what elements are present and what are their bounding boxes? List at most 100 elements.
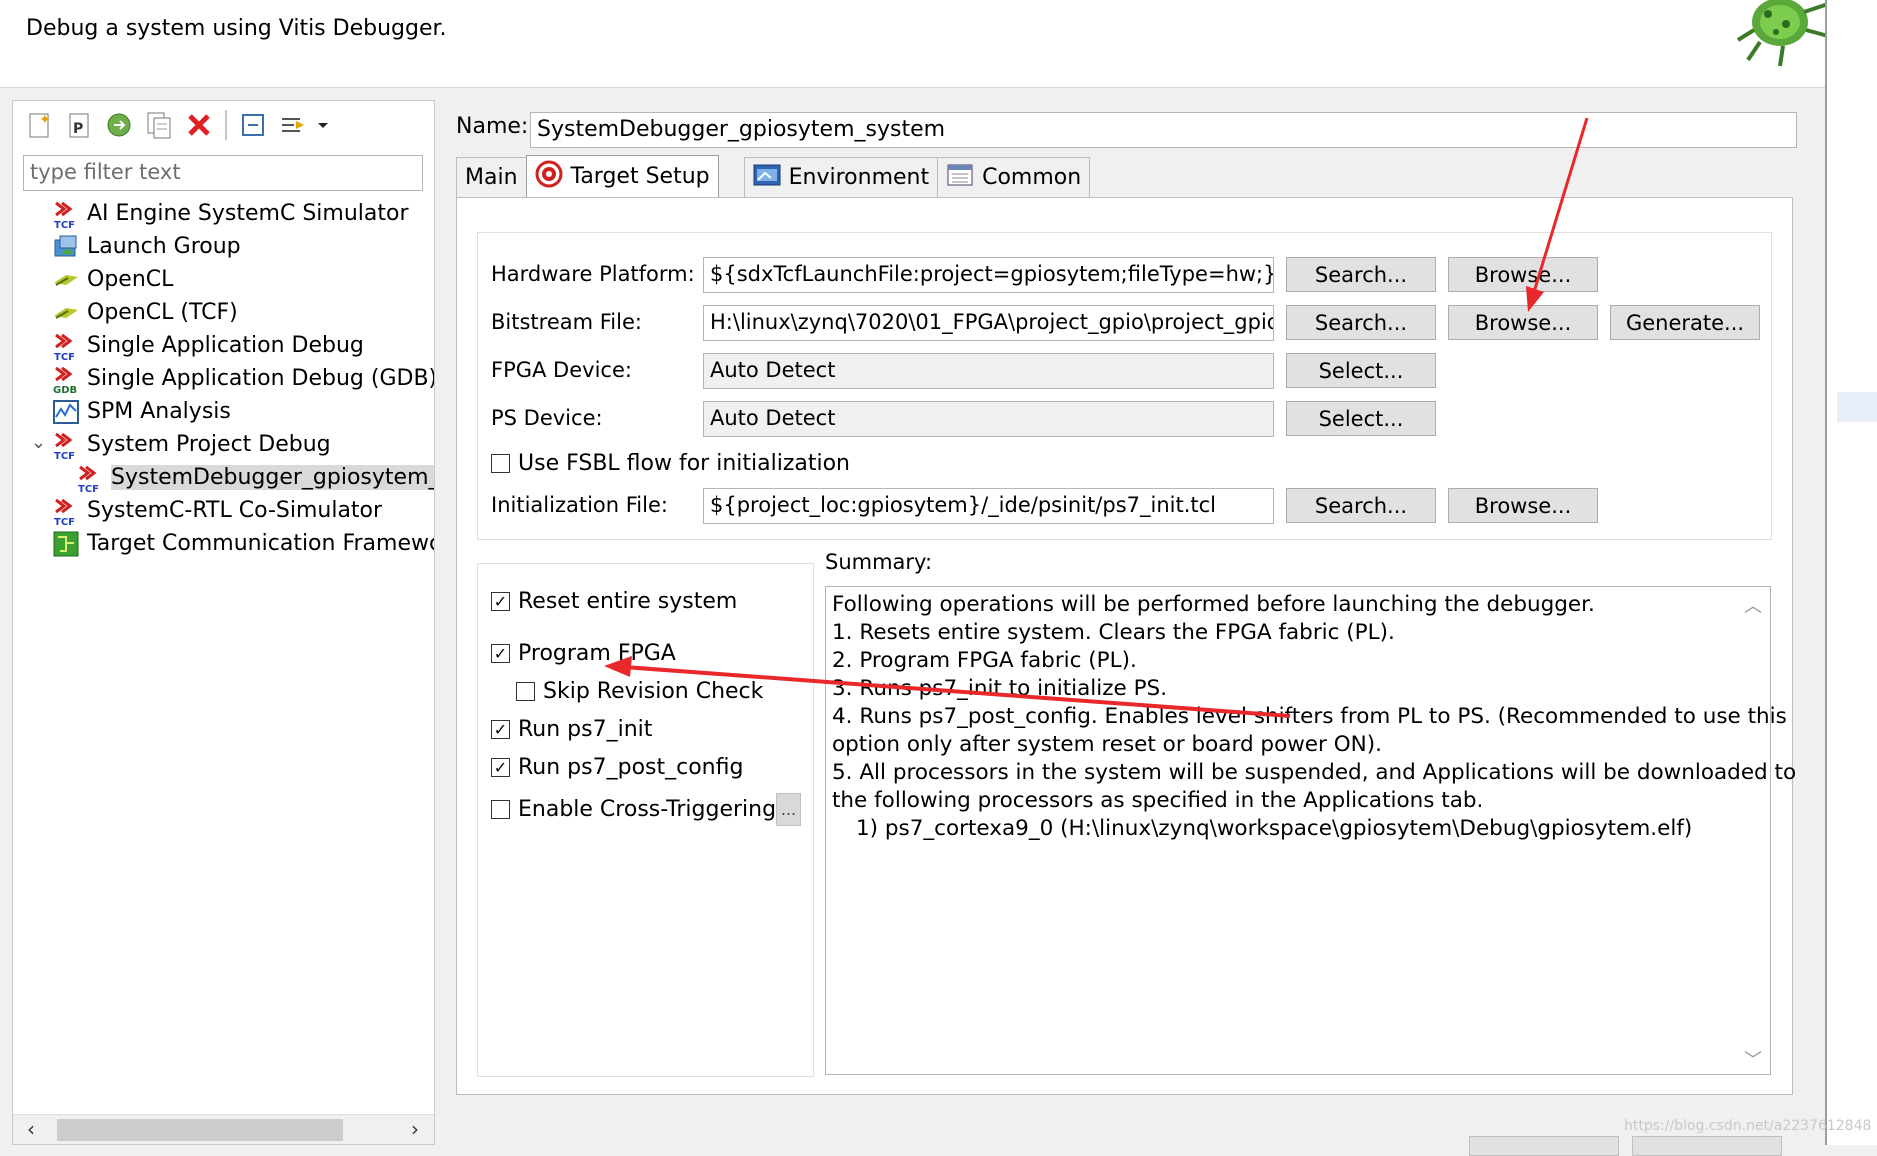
hw-platform-input[interactable]: ${sdxTcfLaunchFile:project=gpiosytem;fil… [703, 257, 1274, 293]
bitstream-input[interactable]: H:\linux\zynq\7020\01_FPGA\project_gpio\… [703, 305, 1274, 341]
skip-revision-checkbox[interactable]: Skip Revision Check [516, 679, 763, 704]
summary-line: 5. All processors in the system will be … [832, 760, 1797, 785]
tab-main[interactable]: Main [456, 157, 527, 197]
dialog-title: Debug a system using Vitis Debugger. [26, 16, 447, 41]
new-config-icon[interactable]: ✦ [21, 108, 57, 142]
init-file-browse-button[interactable]: Browse... [1448, 488, 1598, 523]
bitstream-generate-button[interactable]: Generate... [1610, 305, 1760, 340]
run-ps7-init-checkbox[interactable]: ✓ Run ps7_init [491, 717, 652, 742]
tree-item-label: OpenCL [87, 267, 174, 292]
scroll-right-icon[interactable]: › [411, 1117, 419, 1141]
bitstream-label: Bitstream File: [491, 310, 642, 334]
svg-text:✦: ✦ [39, 112, 51, 128]
scroll-left-icon[interactable]: ‹ [27, 1117, 35, 1141]
footer-button[interactable] [1469, 1136, 1619, 1156]
checkbox-box[interactable] [491, 454, 510, 473]
fpga-device-label: FPGA Device: [491, 358, 632, 382]
tree-item-systemc-rtl-cosim[interactable]: TCF SystemC-RTL Co-Simulator [13, 494, 434, 527]
name-input[interactable]: SystemDebugger_gpiosytem_system [530, 112, 1797, 148]
summary-text[interactable]: Following operations will be performed b… [825, 586, 1797, 1075]
reset-system-checkbox[interactable]: ✓ Reset entire system [491, 589, 737, 614]
toolbar-separator [225, 110, 227, 140]
tab-environment[interactable]: Environment [743, 157, 939, 197]
tcf-icon: TCF [75, 463, 105, 493]
environment-icon [753, 162, 781, 194]
tab-target-setup[interactable]: Target Setup [525, 155, 719, 197]
launch-group-icon [51, 232, 81, 262]
common-icon [946, 162, 974, 194]
init-file-search-button[interactable]: Search... [1286, 488, 1436, 523]
new-prototype-icon[interactable]: P [61, 108, 97, 142]
tree-item-label: Launch Group [87, 234, 241, 259]
init-file-input[interactable]: ${project_loc:gpiosytem}/_ide/psinit/ps7… [703, 488, 1274, 524]
footer-button[interactable] [1632, 1136, 1782, 1156]
tree-item-label: SystemC-RTL Co-Simulator [87, 498, 383, 523]
tree-item-label: SystemDebugger_gpiosytem_s [111, 465, 434, 490]
summary-line: 3. Runs ps7_init to initialize PS. [832, 676, 1168, 701]
summary-line: 2. Program FPGA fabric (PL). [832, 648, 1137, 673]
filter-input[interactable]: type filter text [23, 155, 423, 191]
duplicate-icon[interactable] [141, 108, 177, 142]
run-ps7-post-config-checkbox[interactable]: ✓ Run ps7_post_config [491, 755, 743, 780]
tree-item-spm-analysis[interactable]: SPM Analysis [13, 395, 434, 428]
svg-text:TCF: TCF [54, 517, 75, 526]
checkbox-box[interactable] [491, 800, 510, 819]
export-icon[interactable] [101, 108, 137, 142]
hw-platform-search-button[interactable]: Search... [1286, 257, 1436, 292]
hw-platform-browse-button[interactable]: Browse... [1448, 257, 1598, 292]
spm-icon [51, 397, 81, 427]
scroll-down-icon[interactable]: ﹀ [1744, 1046, 1762, 1072]
horizontal-scrollbar[interactable]: ‹ › [13, 1114, 434, 1144]
checkbox-box[interactable] [516, 682, 535, 701]
scrollbar-thumb[interactable] [57, 1119, 343, 1141]
launch-config-tree-panel: ✦ P type filter text TCF AI Engine Syste… [12, 100, 435, 1145]
opencl-icon [51, 298, 81, 328]
fpga-device-select-button[interactable]: Select... [1286, 353, 1436, 388]
checkbox-label: Run ps7_post_config [518, 755, 744, 780]
checkbox-box[interactable]: ✓ [491, 644, 510, 663]
tcf-icon: TCF [51, 496, 81, 526]
program-fpga-checkbox[interactable]: ✓ Program FPGA [491, 641, 676, 666]
checkbox-box[interactable]: ✓ [491, 758, 510, 777]
delete-icon[interactable] [181, 108, 217, 142]
tree-item-opencl[interactable]: OpenCL [13, 263, 434, 296]
tree-item-target-comm-framework[interactable]: Target Communication Framewc [13, 527, 434, 560]
cross-trigger-config-button[interactable]: ... [776, 793, 801, 826]
scroll-up-icon[interactable]: ︿ [1744, 592, 1762, 618]
tree-item-opencl-tcf[interactable]: OpenCL (TCF) [13, 296, 434, 329]
cross-triggering-checkbox[interactable]: Enable Cross-Triggering [491, 797, 776, 822]
tree-item-label: OpenCL (TCF) [87, 300, 238, 325]
bitstream-search-button[interactable]: Search... [1286, 305, 1436, 340]
collapse-all-icon[interactable] [235, 108, 271, 142]
tcf-framework-icon [51, 529, 81, 559]
bitstream-browse-button[interactable]: Browse... [1448, 305, 1598, 340]
tree-item-single-app-debug[interactable]: TCF Single Application Debug [13, 329, 434, 362]
svg-text:TCF: TCF [54, 451, 75, 460]
gdb-icon: GDB [51, 364, 81, 394]
summary-line: 1. Resets entire system. Clears the FPGA… [832, 620, 1395, 645]
window-edge [1825, 0, 1877, 1145]
tree-item-systemdebugger-gpiosytem[interactable]: TCF SystemDebugger_gpiosytem_s [13, 461, 434, 494]
ps-device-select-button[interactable]: Select... [1286, 401, 1436, 436]
summary-line: option only after system reset or board … [832, 732, 1382, 757]
checkbox-box[interactable]: ✓ [491, 720, 510, 739]
tab-common[interactable]: Common [937, 157, 1091, 197]
dropdown-arrow-icon[interactable] [315, 108, 331, 142]
tree-item-system-project-debug[interactable]: ⌄ TCF System Project Debug [13, 428, 434, 461]
tree-item-label: Single Application Debug [87, 333, 364, 358]
tree-item-label: Target Communication Framewc [87, 531, 434, 556]
checkbox-box[interactable]: ✓ [491, 592, 510, 611]
summary-line: the following processors as specified in… [832, 788, 1484, 813]
use-fsbl-checkbox[interactable]: Use FSBL flow for initialization [491, 451, 850, 476]
svg-text:GDB: GDB [53, 385, 77, 394]
filter-icon[interactable] [275, 108, 311, 142]
tree-item-launch-group[interactable]: Launch Group [13, 230, 434, 263]
summary-line: 1) ps7_cortexa9_0 (H:\linux\zynq\workspa… [856, 816, 1693, 841]
fpga-device-field: Auto Detect [703, 353, 1274, 389]
chevron-down-icon[interactable]: ⌄ [31, 432, 46, 453]
launch-config-tree: TCF AI Engine SystemC Simulator Launch G… [13, 197, 434, 560]
tree-item-single-app-debug-gdb[interactable]: GDB Single Application Debug (GDB) [13, 362, 434, 395]
tree-item-ai-engine-systemc[interactable]: TCF AI Engine SystemC Simulator [13, 197, 434, 230]
dialog-header: Debug a system using Vitis Debugger. [0, 0, 1829, 88]
tree-item-label: AI Engine SystemC Simulator [87, 201, 409, 226]
